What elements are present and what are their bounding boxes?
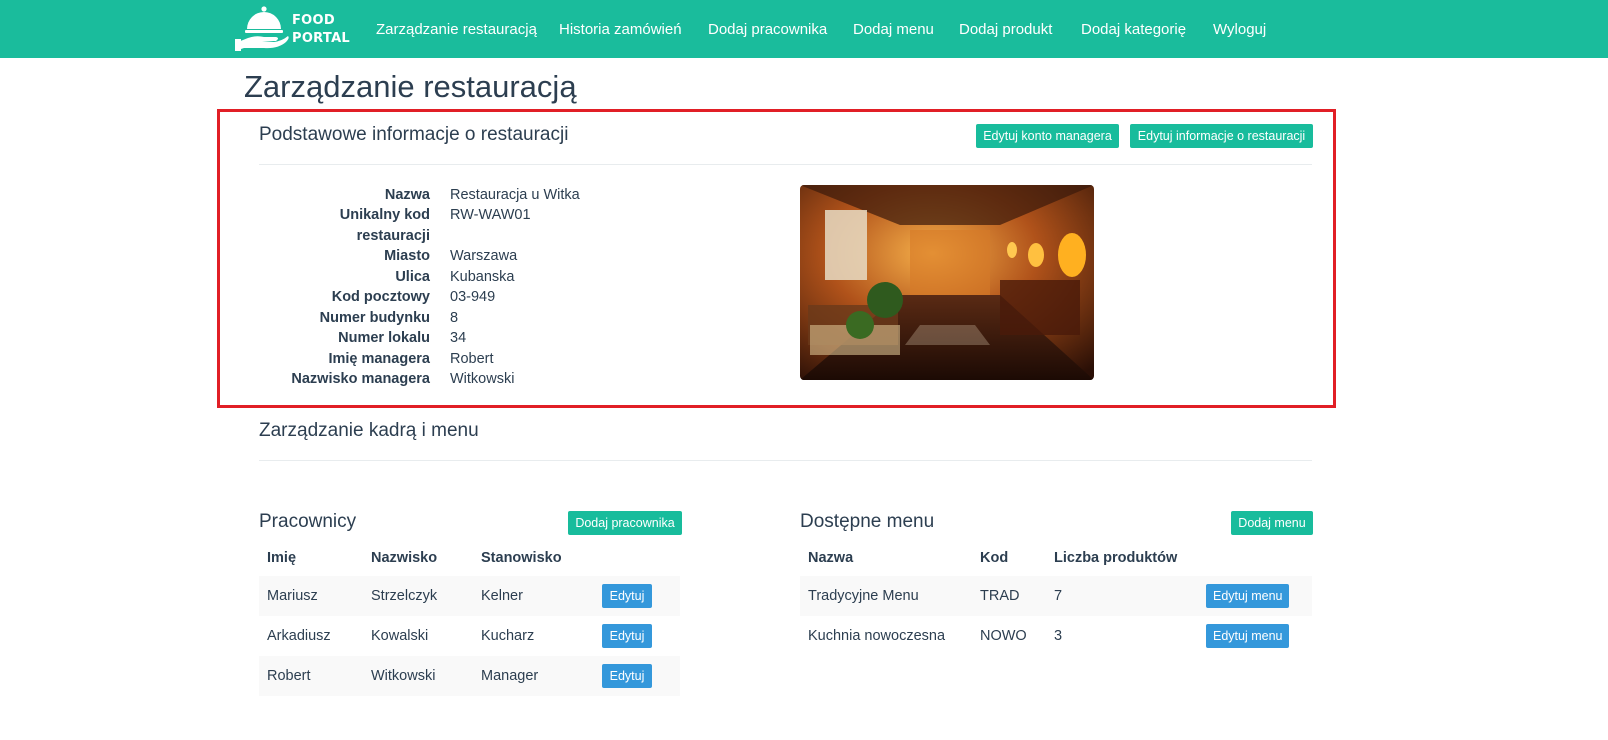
info-label-postal-code: Kod pocztowy: [331, 289, 430, 305]
info-value-street: Kubanska: [450, 269, 515, 285]
menus-title: Dostępne menu: [800, 511, 935, 532]
menus-header-code: Kod: [980, 550, 1009, 566]
info-section-title: Podstawowe informacje o restauracji: [259, 124, 569, 145]
table-row: Arkadiusz Kowalski Kucharz Edytuj: [259, 616, 680, 656]
info-label-manager-first-name: Imię managera: [328, 351, 430, 367]
menus-header-product-count: Liczba produktów: [1054, 550, 1178, 566]
info-label-building-number: Numer budynku: [319, 310, 430, 326]
edit-menu-button[interactable]: Edytuj menu: [1206, 624, 1289, 648]
info-value-postal-code: 03-949: [450, 289, 496, 305]
table-row: Kuchnia nowoczesna NOWO 3 Edytuj menu: [800, 616, 1312, 656]
info-value-name: Restauracja u Witka: [450, 187, 580, 203]
info-label-unique-code: Unikalny kod: [339, 207, 430, 223]
nav-order-history[interactable]: Historia zamówień: [559, 20, 682, 40]
employees-title: Pracownicy: [259, 511, 357, 532]
staff-menu-section-title: Zarządzanie kadrą i menu: [259, 420, 479, 441]
employees-header-position: Stanowisko: [481, 550, 562, 566]
add-employee-button[interactable]: Dodaj pracownika: [568, 511, 682, 535]
food-portal-logo[interactable]: FOOD PORTAL: [234, 4, 350, 52]
employees-header-last-name: Nazwisko: [371, 550, 438, 566]
menu-code: NOWO: [980, 628, 1027, 644]
employee-position: Kelner: [481, 588, 523, 604]
page-title: Zarządzanie restauracją: [244, 69, 577, 104]
menu-product-count: 3: [1054, 628, 1063, 644]
logo-text: FOOD PORTAL: [292, 12, 350, 48]
cloche-icon: [235, 6, 289, 51]
menu-product-count: 7: [1054, 588, 1063, 604]
info-label-unit-number: Numer lokalu: [338, 330, 430, 346]
restaurant-photo: [800, 185, 1094, 380]
table-row: Tradycyjne Menu TRAD 7 Edytuj menu: [800, 576, 1312, 616]
employee-first-name: Arkadiusz: [267, 628, 331, 644]
edit-restaurant-info-button[interactable]: Edytuj informacje o restauracji: [1130, 124, 1313, 148]
info-label-street: Ulica: [395, 269, 430, 285]
edit-employee-button[interactable]: Edytuj: [602, 584, 652, 608]
info-divider: [259, 164, 1312, 165]
nav-add-product[interactable]: Dodaj produkt: [959, 20, 1052, 40]
staff-divider: [259, 460, 1312, 461]
employee-position: Manager: [481, 668, 539, 684]
info-label-unique-code-line2: restauracji: [356, 228, 430, 244]
menu-name: Kuchnia nowoczesna: [808, 628, 946, 644]
edit-employee-button[interactable]: Edytuj: [602, 624, 652, 648]
menu-name: Tradycyjne Menu: [808, 588, 919, 604]
logo-line-portal: PORTAL: [292, 31, 351, 46]
info-label-manager-last-name: Nazwisko managera: [291, 371, 430, 387]
employee-first-name: Mariusz: [267, 588, 318, 604]
info-value-unit-number: 34: [450, 330, 467, 346]
logo-line-food: FOOD: [292, 13, 335, 28]
employee-last-name: Witkowski: [371, 668, 436, 684]
nav-add-employee[interactable]: Dodaj pracownika: [708, 20, 827, 40]
info-value-manager-last-name: Witkowski: [450, 371, 515, 387]
info-value-city: Warszawa: [450, 248, 518, 264]
employees-header-first-name: Imię: [267, 550, 297, 566]
info-value-manager-first-name: Robert: [450, 351, 494, 367]
menu-code: TRAD: [980, 588, 1020, 604]
nav-logout[interactable]: Wyloguj: [1213, 20, 1266, 40]
edit-menu-button[interactable]: Edytuj menu: [1206, 584, 1289, 608]
table-row: Robert Witkowski Manager Edytuj: [259, 656, 680, 696]
add-menu-button[interactable]: Dodaj menu: [1231, 511, 1313, 535]
info-label-city: Miasto: [384, 248, 430, 264]
employee-last-name: Strzelczyk: [371, 588, 438, 604]
employee-position: Kucharz: [481, 628, 535, 644]
nav-add-category[interactable]: Dodaj kategorię: [1081, 20, 1186, 40]
info-value-building-number: 8: [450, 310, 459, 326]
menus-header-name: Nazwa: [808, 550, 854, 566]
edit-employee-button[interactable]: Edytuj: [602, 664, 652, 688]
info-label-name: Nazwa: [384, 187, 430, 203]
table-row: Mariusz Strzelczyk Kelner Edytuj: [259, 576, 680, 616]
info-value-unique-code: RW-WAW01: [450, 207, 531, 223]
nav-restaurant-management[interactable]: Zarządzanie restauracją: [376, 20, 537, 40]
nav-add-menu[interactable]: Dodaj menu: [853, 20, 934, 40]
employee-last-name: Kowalski: [371, 628, 429, 644]
employee-first-name: Robert: [267, 668, 311, 684]
edit-manager-account-button[interactable]: Edytuj konto managera: [976, 124, 1119, 148]
navbar: FOOD PORTAL Zarządzanie restauracją Hist…: [0, 0, 1608, 58]
